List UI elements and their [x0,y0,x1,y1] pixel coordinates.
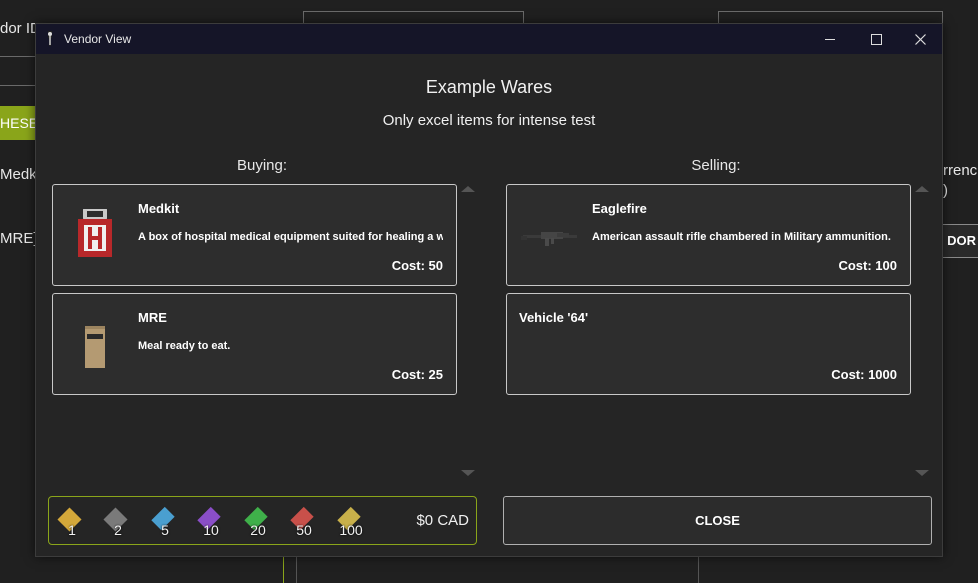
currency-value: 10 [203,522,219,538]
vendor-name: Example Wares [425,77,553,97]
close-icon [914,33,926,45]
item-cost: Cost: 25 [391,367,443,382]
currency-50[interactable]: 50 [287,506,321,539]
vendor-id-field[interactable] [0,56,36,86]
mre-label: MRE] [0,230,38,247]
selling-header: Selling: [691,157,741,174]
item-name: MRE [138,310,167,325]
minimize-button[interactable] [807,24,853,54]
buying-scroll-up[interactable] [461,186,475,192]
buying-scroll-down[interactable] [461,470,475,476]
currency-20[interactable]: 20 [241,506,275,539]
maximize-icon [870,33,882,45]
buy-item-card[interactable]: MRE Meal ready to eat. Cost: 25 [52,293,457,395]
window-title: Vendor View [64,32,132,46]
currency-value: 1 [68,522,76,538]
item-name: Vehicle '64' [519,310,589,325]
currency-1[interactable]: 1 [55,507,89,539]
currency-paren: ) [943,182,948,199]
currency-value: 20 [250,522,266,538]
vendor-view-window: Vendor View Example Wares Only excel ite… [35,23,943,557]
currency-value: 2 [114,522,122,538]
buying-header: Buying: [236,157,288,174]
background-divider [698,557,699,583]
item-cost: Cost: 50 [391,258,443,273]
item-name: Eaglefire [592,201,647,216]
window-close-button[interactable] [897,24,943,54]
item-name: Medkit [138,201,180,216]
medkit-icon [78,209,112,257]
currency-5[interactable]: 5 [148,506,182,539]
background-divider [283,557,284,583]
item-cost: Cost: 1000 [831,367,897,382]
sell-item-card[interactable]: Vehicle '64' Cost: 1000 [506,293,911,395]
currency-value: 50 [296,522,312,538]
currency-label: rrenc [943,162,978,179]
balance-display: $0 CAD [416,512,469,529]
sell-item-card[interactable]: Eaglefire American assault rifle chamber… [506,184,911,286]
vendor-description: Only excel items for intense test [382,112,596,129]
app-icon [48,31,52,46]
mre-icon [85,326,105,368]
selling-scroll-up[interactable] [915,186,929,192]
title-bar[interactable]: Vendor View [36,24,942,54]
maximize-button[interactable] [853,24,899,54]
currency-value: 5 [161,522,169,538]
minimize-icon [825,38,835,40]
currency-2[interactable]: 2 [101,507,135,539]
buy-item-card[interactable]: Medkit A box of hospital medical equipme… [52,184,457,286]
item-description: Meal ready to eat. [138,340,231,352]
rifle-icon [521,232,577,246]
currency-100[interactable]: 100 [334,506,368,539]
item-description: A box of hospital medical equipment suit… [138,231,443,243]
action-button[interactable]: HESE [0,106,38,140]
selling-scroll-down[interactable] [915,470,929,476]
close-button[interactable]: CLOSE [503,496,932,545]
item-cost: Cost: 100 [838,258,897,273]
item-description: American assault rifle chambered in Mili… [592,231,891,243]
currency-10[interactable]: 10 [194,506,228,539]
background-divider [296,557,297,583]
currency-panel: 1 2 5 10 20 50 100 $0 CAD [48,496,477,545]
medkit-label: Medki [0,166,41,183]
currency-value: 100 [339,522,363,538]
